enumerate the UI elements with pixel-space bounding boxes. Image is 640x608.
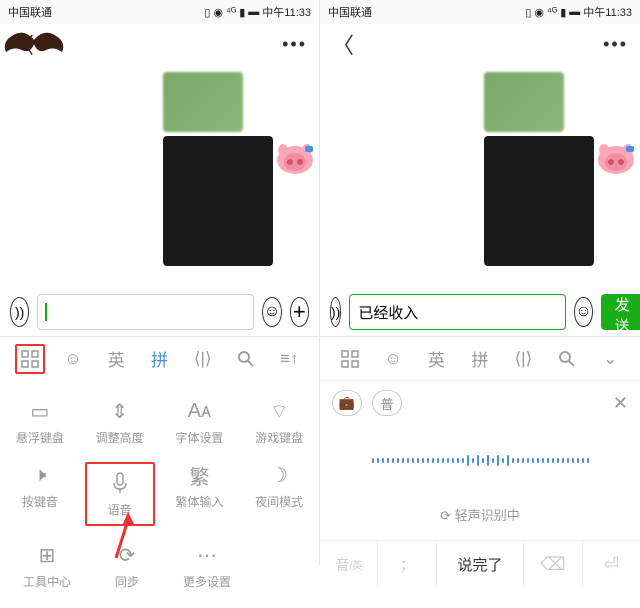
tool-center[interactable]: ⊞工具中心 xyxy=(12,542,82,590)
moon-icon: ☽ xyxy=(270,462,288,488)
plus-button[interactable]: + xyxy=(290,297,309,327)
chat-image-1[interactable] xyxy=(163,72,243,132)
vibrate-icon: ▯ xyxy=(204,6,210,19)
grid-icon[interactable] xyxy=(15,344,45,374)
grid-icon[interactable] xyxy=(335,344,365,374)
send-button[interactable]: 发送 xyxy=(601,294,640,330)
emoji-button[interactable]: ☺ xyxy=(574,297,592,327)
chat-image-2[interactable] xyxy=(484,136,594,266)
voice-toggle-icon[interactable]: )) xyxy=(330,297,341,327)
cursor-icon[interactable]: ⟨|⟩ xyxy=(508,344,538,374)
sync[interactable]: ⟳同步 xyxy=(92,542,162,590)
english-toggle[interactable]: 英 xyxy=(101,344,131,374)
cursor-icon[interactable]: ⟨|⟩ xyxy=(188,344,218,374)
chat-image-2[interactable] xyxy=(163,136,273,266)
voice-panel: 💼 普 ✕ ⟳ 轻声识别中 音/英 ； 说完了 ⌫ ⏎ xyxy=(320,380,640,588)
english-toggle[interactable]: 英 xyxy=(422,344,452,374)
settings-row-3: ⊞工具中心 ⟳同步 ⋯更多设置 xyxy=(0,534,319,598)
font-icon: Aᴀ xyxy=(188,398,211,424)
input-row: )) ☺ 发送 xyxy=(320,288,640,336)
voice-input[interactable]: 语音 xyxy=(85,462,155,526)
night-mode[interactable]: ☽夜间模式 xyxy=(244,462,314,526)
message-input[interactable] xyxy=(37,294,254,330)
search-icon[interactable] xyxy=(552,344,582,374)
voice-panel-header: 💼 普 ✕ xyxy=(320,381,640,425)
sync-icon: ⟳ xyxy=(119,542,136,568)
settings-row-1: ▭悬浮键盘 ⇕调整高度 Aᴀ字体设置 ⌔游戏键盘 xyxy=(0,390,319,454)
message-bubble xyxy=(484,72,594,266)
phone-right: 中国联通 ▯ ◉ ⁴ᴳ ▮ ▬ 中午11:33 〈 ••• )) ☺ 发送 ☺ … xyxy=(320,0,640,565)
key-sound[interactable]: 🕨按键音 xyxy=(5,462,75,526)
settings-icon[interactable]: ≡↑ xyxy=(274,344,304,374)
chat-header: 〈 ••• xyxy=(320,24,640,64)
collapse-icon[interactable]: ⌄ xyxy=(595,344,625,374)
height-icon: ⇕ xyxy=(111,398,128,424)
floating-keyboard[interactable]: ▭悬浮键盘 xyxy=(5,398,75,446)
message-input[interactable] xyxy=(349,294,566,330)
clock: 中午11:33 xyxy=(262,4,311,20)
chat-area xyxy=(0,64,319,288)
emoji-button[interactable]: ☺ xyxy=(262,297,281,327)
more-settings[interactable]: ⋯更多设置 xyxy=(172,542,242,590)
pinyin-toggle[interactable]: 拼 xyxy=(465,344,495,374)
float-icon: ▭ xyxy=(30,398,49,424)
bars-icon: ▮ xyxy=(239,6,245,19)
more-icon: ⋯ xyxy=(197,542,217,568)
mandarin-chip[interactable]: 普 xyxy=(372,390,402,416)
status-right: ▯ ◉ ⁴ᴳ ▮ ▬ 中午11:33 xyxy=(204,4,311,20)
battery-icon: ▬ xyxy=(248,6,259,18)
tools-icon: ⊞ xyxy=(39,542,56,568)
close-icon[interactable]: ✕ xyxy=(613,393,628,414)
signal-icon: ⁴ᴳ xyxy=(547,6,557,18)
more-button[interactable]: ••• xyxy=(282,34,307,55)
ime-toolbar: ☺ 英 拼 ⟨|⟩ ≡↑ xyxy=(0,336,319,380)
emoji-icon[interactable]: ☺ xyxy=(58,344,88,374)
sound-icon: 🕨 xyxy=(34,462,47,488)
ime-toolbar: ☺ 英 拼 ⟨|⟩ ⌄ xyxy=(320,336,640,380)
settings-row-2: 🕨按键音 语音 繁繁体输入 ☽夜间模式 xyxy=(0,454,319,534)
chat-area xyxy=(320,64,640,288)
status-bar: 中国联通 ▯ ◉ ⁴ᴳ ▮ ▬ 中午11:33 xyxy=(0,0,319,24)
signal-icon: ⁴ᴳ xyxy=(226,6,236,18)
phone-left: 中国联通 ▯ ◉ ⁴ᴳ ▮ ▬ 中午11:33 〈 ••• )) ☺ + ☺ 英 xyxy=(0,0,320,565)
carrier: 中国联通 xyxy=(328,4,372,20)
vibrate-icon: ▯ xyxy=(525,6,531,19)
search-icon[interactable] xyxy=(231,344,261,374)
back-button[interactable]: 〈 xyxy=(332,28,354,60)
clock: 中午11:33 xyxy=(583,4,632,20)
recognizing-label: ⟳ 轻声识别中 xyxy=(320,495,640,540)
chat-image-1[interactable] xyxy=(484,72,564,132)
input-row: )) ☺ + xyxy=(0,288,319,336)
status-right: ▯ ◉ ⁴ᴳ ▮ ▬ 中午11:33 xyxy=(525,4,632,20)
settings-panel: ▭悬浮键盘 ⇕调整高度 Aᴀ字体设置 ⌔游戏键盘 🕨按键音 语音 繁繁体输入 ☽… xyxy=(0,380,319,608)
game-keyboard[interactable]: ⌔游戏键盘 xyxy=(244,398,314,446)
refresh-icon: ⟳ xyxy=(440,508,451,523)
mic-icon xyxy=(110,470,130,496)
carrier: 中国联通 xyxy=(8,4,52,20)
trad-icon: 繁 xyxy=(189,462,209,488)
game-icon: ⌔ xyxy=(270,398,289,424)
more-button[interactable]: ••• xyxy=(603,34,628,55)
emoji-icon[interactable]: ☺ xyxy=(378,344,408,374)
waveform xyxy=(320,425,640,495)
adjust-height[interactable]: ⇕调整高度 xyxy=(85,398,155,446)
pig-avatar[interactable] xyxy=(275,142,315,176)
wifi-icon: ◉ xyxy=(534,6,544,19)
wifi-icon: ◉ xyxy=(213,6,223,19)
message-bubble xyxy=(163,72,273,266)
bars-icon: ▮ xyxy=(560,6,566,19)
pig-avatar[interactable] xyxy=(596,142,636,176)
voice-bottom-bar: 音/英 ； 说完了 ⌫ ⏎ xyxy=(320,540,640,588)
pinyin-toggle[interactable]: 拼 xyxy=(144,344,174,374)
briefcase-icon[interactable]: 💼 xyxy=(332,390,362,416)
traditional-input[interactable]: 繁繁体输入 xyxy=(164,462,234,526)
mustache-sticker xyxy=(2,28,66,58)
battery-icon: ▬ xyxy=(569,6,580,18)
font-settings[interactable]: Aᴀ字体设置 xyxy=(164,398,234,446)
voice-toggle-icon[interactable]: )) xyxy=(10,297,29,327)
status-bar: 中国联通 ▯ ◉ ⁴ᴳ ▮ ▬ 中午11:33 xyxy=(320,0,640,24)
